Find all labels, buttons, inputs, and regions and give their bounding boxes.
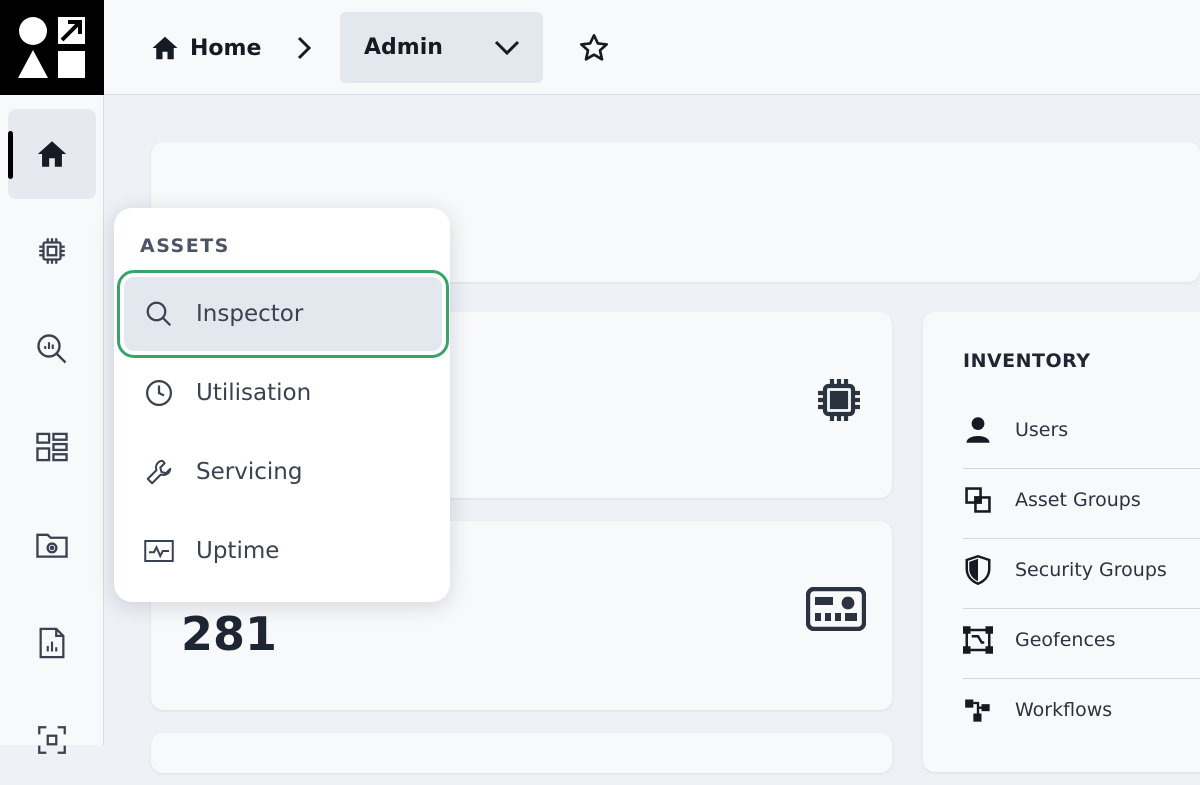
inventory-item-label: Security Groups <box>1015 559 1167 581</box>
asset-groups-icon <box>963 486 993 514</box>
home-icon <box>150 34 180 62</box>
folder-settings-icon <box>34 529 70 561</box>
sidebar-item-home[interactable] <box>8 109 96 199</box>
home-icon <box>35 138 69 170</box>
workflow-icon <box>963 697 993 723</box>
sidebar-item-scan[interactable] <box>8 695 96 785</box>
menu-item-label: Inspector <box>196 301 304 327</box>
inventory-item-workflows[interactable]: Workflows <box>963 675 1200 745</box>
sidebar-item-analytics[interactable] <box>8 304 96 394</box>
device-icon <box>806 587 866 631</box>
chevron-right-icon <box>294 34 314 62</box>
search-icon <box>144 299 174 329</box>
wrench-icon <box>144 457 174 487</box>
menu-item-utilisation[interactable]: Utilisation <box>124 356 442 430</box>
extra-card <box>151 733 892 773</box>
menu-item-servicing[interactable]: Servicing <box>124 435 442 509</box>
devices-count: 281 <box>181 607 278 661</box>
inventory-item-label: Asset Groups <box>1015 489 1141 511</box>
breadcrumb-admin-label: Admin <box>364 35 443 60</box>
menu-item-label: Uptime <box>196 538 280 564</box>
menu-item-inspector[interactable]: Inspector <box>117 270 449 358</box>
inventory-item-label: Geofences <box>1015 629 1116 651</box>
geofence-icon <box>963 626 993 654</box>
sidebar-item-reports[interactable] <box>8 598 96 688</box>
app-logo[interactable] <box>0 0 104 95</box>
pulse-icon <box>144 538 174 564</box>
chip-icon <box>35 234 69 268</box>
star-icon[interactable] <box>578 32 610 64</box>
assets-flyout-menu: ASSETS Inspector Utilisation Servicing U… <box>114 208 450 602</box>
inventory-item-asset-groups[interactable]: Asset Groups <box>963 465 1200 535</box>
inventory-card: INVENTORY Users Asset Groups Security Gr… <box>923 312 1200 772</box>
menu-item-label: Servicing <box>196 459 303 485</box>
dashboard-icon <box>34 431 70 463</box>
menu-item-label: Utilisation <box>196 380 312 406</box>
sidebar-item-assets[interactable] <box>8 206 96 296</box>
inventory-item-security-groups[interactable]: Security Groups <box>963 535 1200 605</box>
report-icon <box>37 626 67 660</box>
breadcrumb-home-label: Home <box>190 35 262 61</box>
user-icon <box>963 416 993 444</box>
inventory-item-geofences[interactable]: Geofences <box>963 605 1200 675</box>
scan-icon <box>35 723 69 757</box>
sidebar-item-files[interactable] <box>8 500 96 590</box>
analytics-search-icon <box>34 331 70 367</box>
shield-icon <box>963 555 993 585</box>
top-bar: Home Admin <box>104 0 1200 95</box>
inventory-item-users[interactable]: Users <box>963 395 1200 465</box>
sidebar <box>0 95 104 754</box>
inventory-item-label: Users <box>1015 419 1069 441</box>
menu-item-uptime[interactable]: Uptime <box>124 514 442 588</box>
chip-icon <box>811 372 867 428</box>
menu-section-title: ASSETS <box>140 235 230 257</box>
sidebar-item-dashboards[interactable] <box>8 402 96 492</box>
breadcrumb-admin-dropdown[interactable]: Admin <box>340 12 543 83</box>
inventory-title: INVENTORY <box>963 350 1091 372</box>
breadcrumb-home[interactable]: Home <box>150 28 261 68</box>
chevron-down-icon <box>493 37 521 57</box>
clock-icon <box>144 378 174 408</box>
inventory-item-label: Workflows <box>1015 699 1113 721</box>
